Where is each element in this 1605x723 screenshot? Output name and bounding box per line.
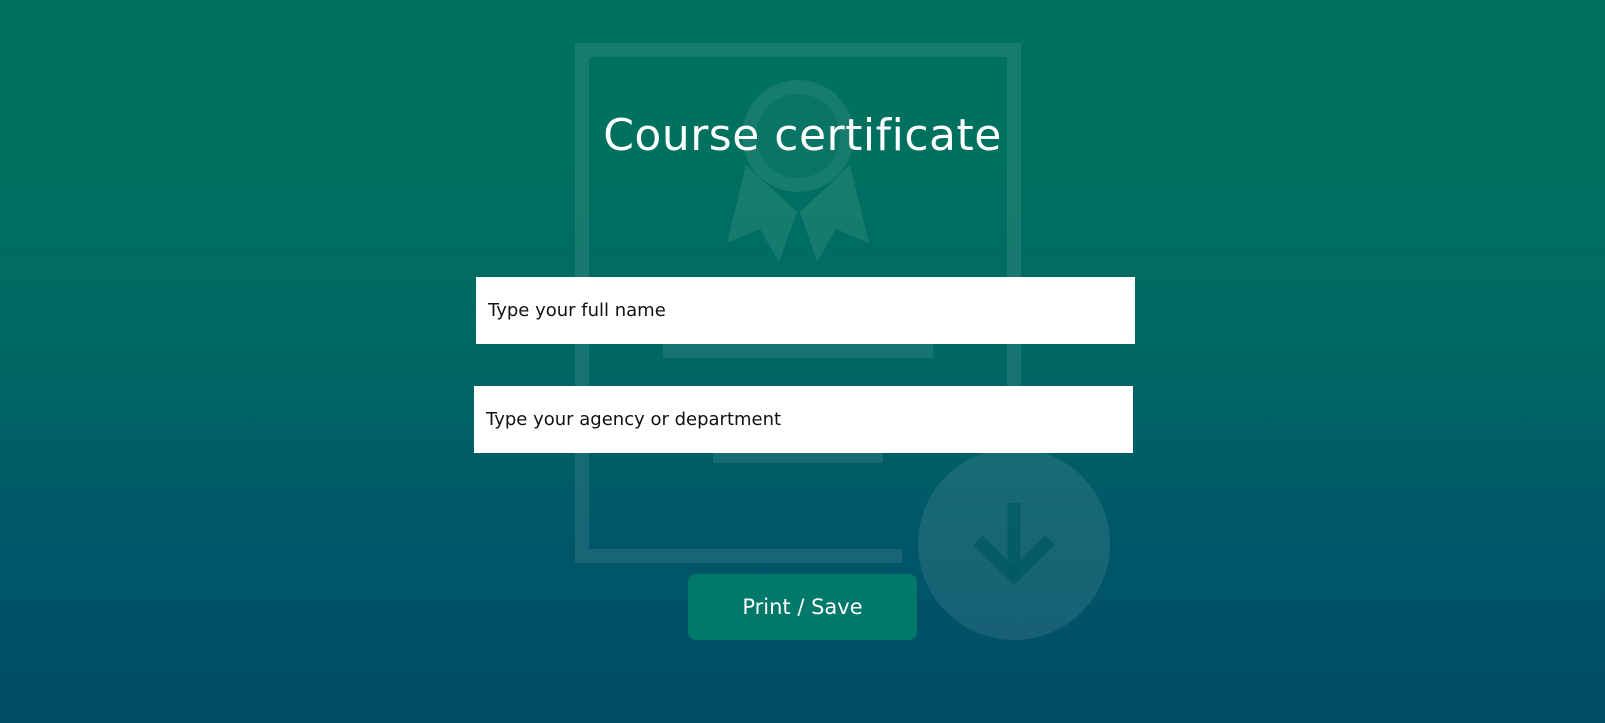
download-arrow-icon [918, 448, 1110, 640]
full-name-input[interactable] [476, 277, 1135, 344]
page-title: Course certificate [603, 110, 1002, 161]
print-save-button[interactable]: Print / Save [688, 574, 917, 640]
agency-department-input[interactable] [474, 386, 1133, 453]
